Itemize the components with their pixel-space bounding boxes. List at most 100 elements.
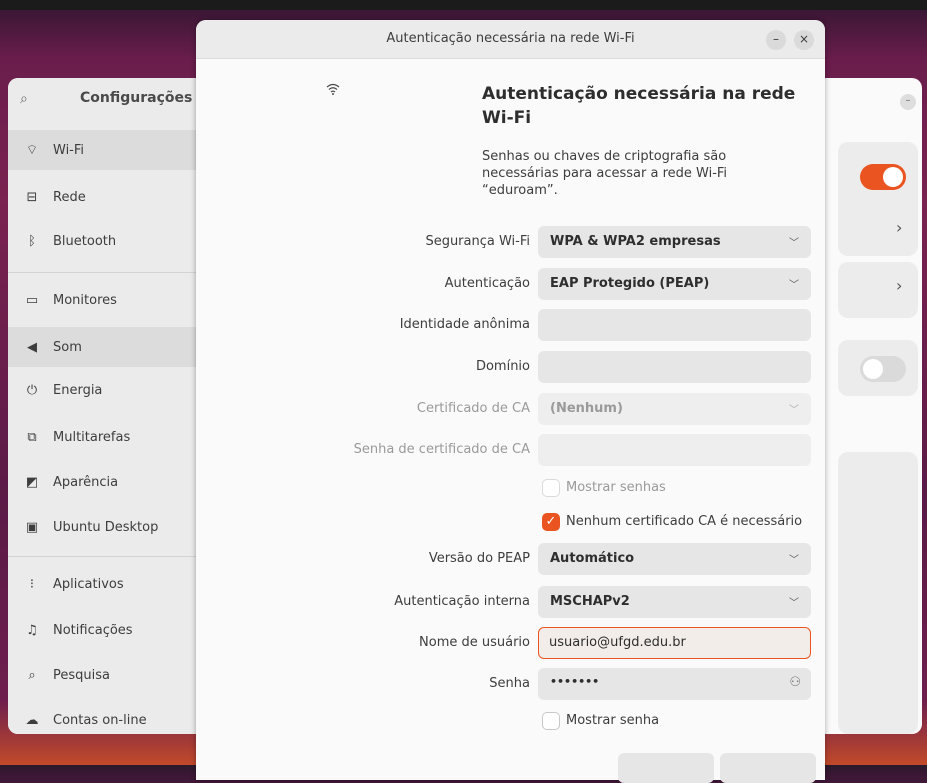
- show-password-label: Mostrar senha: [566, 713, 660, 728]
- apps-icon: ⁝: [29, 576, 35, 592]
- settings-card: [838, 142, 918, 256]
- cancel-button[interactable]: [618, 753, 714, 783]
- security-value: WPA & WPA2 empresas: [550, 234, 721, 249]
- sidebar-item-contas-on-line[interactable]: ☁ Contas on-line: [8, 700, 204, 734]
- sidebar-item-multitarefas[interactable]: ⧉ Multitarefas: [8, 417, 204, 457]
- sidebar-item-label: Aplicativos: [53, 576, 124, 592]
- username-label: Nome de usuário: [419, 635, 530, 650]
- speaker-icon: ◀: [27, 339, 37, 355]
- appearance-icon: ◩: [25, 474, 39, 490]
- sidebar-item-rede[interactable]: ⊟ Rede: [8, 177, 204, 217]
- search-icon[interactable]: ⌕: [20, 92, 34, 106]
- sidebar-header: ⌕ Configurações: [8, 78, 204, 124]
- no-ca-required-label: Nenhum certificado CA é necessário: [566, 514, 803, 529]
- peap-version-value: Automático: [550, 551, 635, 566]
- top-bar: [0, 0, 927, 10]
- cloud-icon: ☁: [25, 712, 39, 728]
- power-icon: ⏻: [26, 382, 38, 398]
- sidebar: ⌕ Configurações ⌔ Wi-Fi ⊟ Rede ᛒ Bluetooth ▭ Mo…: [8, 78, 204, 734]
- security-select[interactable]: WPA & WPA2 empresas ﹀: [538, 226, 811, 258]
- show-password-checkbox[interactable]: [542, 712, 560, 730]
- sidebar-item-wi-fi[interactable]: ⌔ Wi-Fi: [8, 130, 204, 170]
- sidebar-item-label: Multitarefas: [53, 429, 131, 445]
- sidebar-item-label: Aparência: [53, 474, 119, 490]
- sidebar-item-monitores[interactable]: ▭ Monitores: [8, 280, 204, 320]
- domain-label: Domínio: [475, 359, 530, 374]
- chevron-right-icon[interactable]: ›: [896, 218, 902, 237]
- sidebar-item-label: Ubuntu Desktop: [53, 519, 159, 535]
- chevron-down-icon: ﹀: [789, 405, 799, 416]
- search-icon: ⌕: [28, 667, 36, 683]
- sidebar-item-label: Som: [53, 339, 82, 355]
- inner-auth-value: MSCHAPv2: [550, 594, 630, 609]
- ubuntu-desktop-icon: ▣: [25, 519, 39, 535]
- wifi-toggle[interactable]: [860, 164, 906, 190]
- sidebar-item-pesquisa[interactable]: ⌕ Pesquisa: [8, 655, 204, 695]
- window-title: Autenticação necessária na rede Wi-Fi: [386, 31, 635, 46]
- peap-version-select[interactable]: Automático ﹀: [538, 543, 811, 575]
- sidebar-separator: [8, 272, 204, 273]
- wifi-auth-dialog: Autenticação necessária na rede Wi-Fi – …: [196, 20, 825, 783]
- chevron-down-icon: ﹀: [789, 598, 799, 609]
- sidebar-separator: [8, 556, 204, 557]
- wifi-icon: ⌔: [25, 143, 39, 158]
- sidebar-item-ubuntu-desktop[interactable]: ▣ Ubuntu Desktop: [8, 507, 204, 547]
- show-passwords-label: Mostrar senhas: [566, 480, 666, 495]
- show-passwords-checkbox[interactable]: [542, 479, 560, 497]
- chevron-down-icon: ﹀: [789, 555, 799, 566]
- settings-card: [838, 452, 918, 734]
- password-input[interactable]: ••••••• ⚇: [538, 668, 811, 700]
- sidebar-item-label: Rede: [53, 189, 86, 205]
- sidebar-item-label: Monitores: [53, 292, 117, 308]
- auth-value: EAP Protegido (PEAP): [550, 276, 710, 291]
- multitask-icon: ⧉: [27, 429, 37, 445]
- domain-input[interactable]: [538, 351, 811, 383]
- dialog-heading: Autenticação necessária na rede Wi-Fi: [482, 84, 796, 128]
- sidebar-item-bluetooth[interactable]: ᛒ Bluetooth: [8, 221, 204, 261]
- inner-auth-select[interactable]: MSCHAPv2 ﹀: [538, 586, 811, 618]
- network-icon: ⊟: [26, 189, 38, 205]
- connect-button[interactable]: [720, 753, 816, 783]
- minimize-icon[interactable]: –: [900, 94, 916, 110]
- no-ca-required-checkbox[interactable]: ✓: [542, 513, 560, 531]
- sidebar-item-label: Bluetooth: [53, 233, 117, 249]
- close-button[interactable]: ×: [794, 30, 814, 50]
- sidebar-item-label: Notificações: [53, 622, 133, 638]
- user-key-icon[interactable]: ⚇: [789, 675, 801, 690]
- ca-cert-password-input[interactable]: [538, 434, 811, 466]
- ca-cert-password-label: Senha de certificado de CA: [353, 442, 530, 457]
- password-value: •••••••: [550, 675, 600, 688]
- sidebar-item-label: Contas on-line: [53, 712, 147, 728]
- sidebar-item-energia[interactable]: ⏻ Energia: [8, 370, 204, 410]
- sidebar-item-aplicativos[interactable]: ⁝ Aplicativos: [8, 564, 204, 604]
- chevron-down-icon: ﹀: [789, 280, 799, 291]
- username-input[interactable]: usuario@ufgd.edu.br: [538, 627, 811, 659]
- anon-identity-input[interactable]: [538, 309, 811, 341]
- title-bar: Autenticação necessária na rede Wi-Fi – …: [196, 20, 825, 59]
- minimize-button[interactable]: –: [766, 30, 786, 50]
- dialog-description: Senhas ou chaves de criptografia são nec…: [482, 149, 728, 198]
- monitor-icon: ▭: [25, 292, 39, 308]
- wifi-icon: [326, 82, 340, 100]
- auth-label: Autenticação: [444, 276, 530, 291]
- toggle-off[interactable]: [860, 356, 906, 382]
- sidebar-item-label: Energia: [53, 382, 103, 398]
- bell-icon: ♫: [26, 622, 38, 638]
- inner-auth-label: Autenticação interna: [394, 594, 530, 609]
- sidebar-item-notifica-es[interactable]: ♫ Notificações: [8, 610, 204, 650]
- ca-cert-label: Certificado de CA: [416, 401, 530, 416]
- app-title: Configurações: [80, 90, 193, 106]
- chevron-down-icon: ﹀: [789, 238, 799, 249]
- anon-identity-label: Identidade anônima: [399, 317, 530, 332]
- chevron-right-icon[interactable]: ›: [896, 276, 902, 295]
- ca-cert-select[interactable]: (Nenhum) ﹀: [538, 393, 811, 425]
- sidebar-item-label: Wi-Fi: [53, 142, 85, 158]
- sidebar-item-som[interactable]: ◀ Som: [8, 327, 204, 367]
- sidebar-item-label: Pesquisa: [53, 667, 110, 683]
- security-label: Segurança Wi-Fi: [425, 234, 530, 249]
- username-value: usuario@ufgd.edu.br: [549, 635, 686, 650]
- ca-cert-value: (Nenhum): [550, 401, 623, 416]
- auth-select[interactable]: EAP Protegido (PEAP) ﹀: [538, 268, 811, 300]
- password-label: Senha: [489, 676, 530, 691]
- sidebar-item-apar-ncia[interactable]: ◩ Aparência: [8, 462, 204, 502]
